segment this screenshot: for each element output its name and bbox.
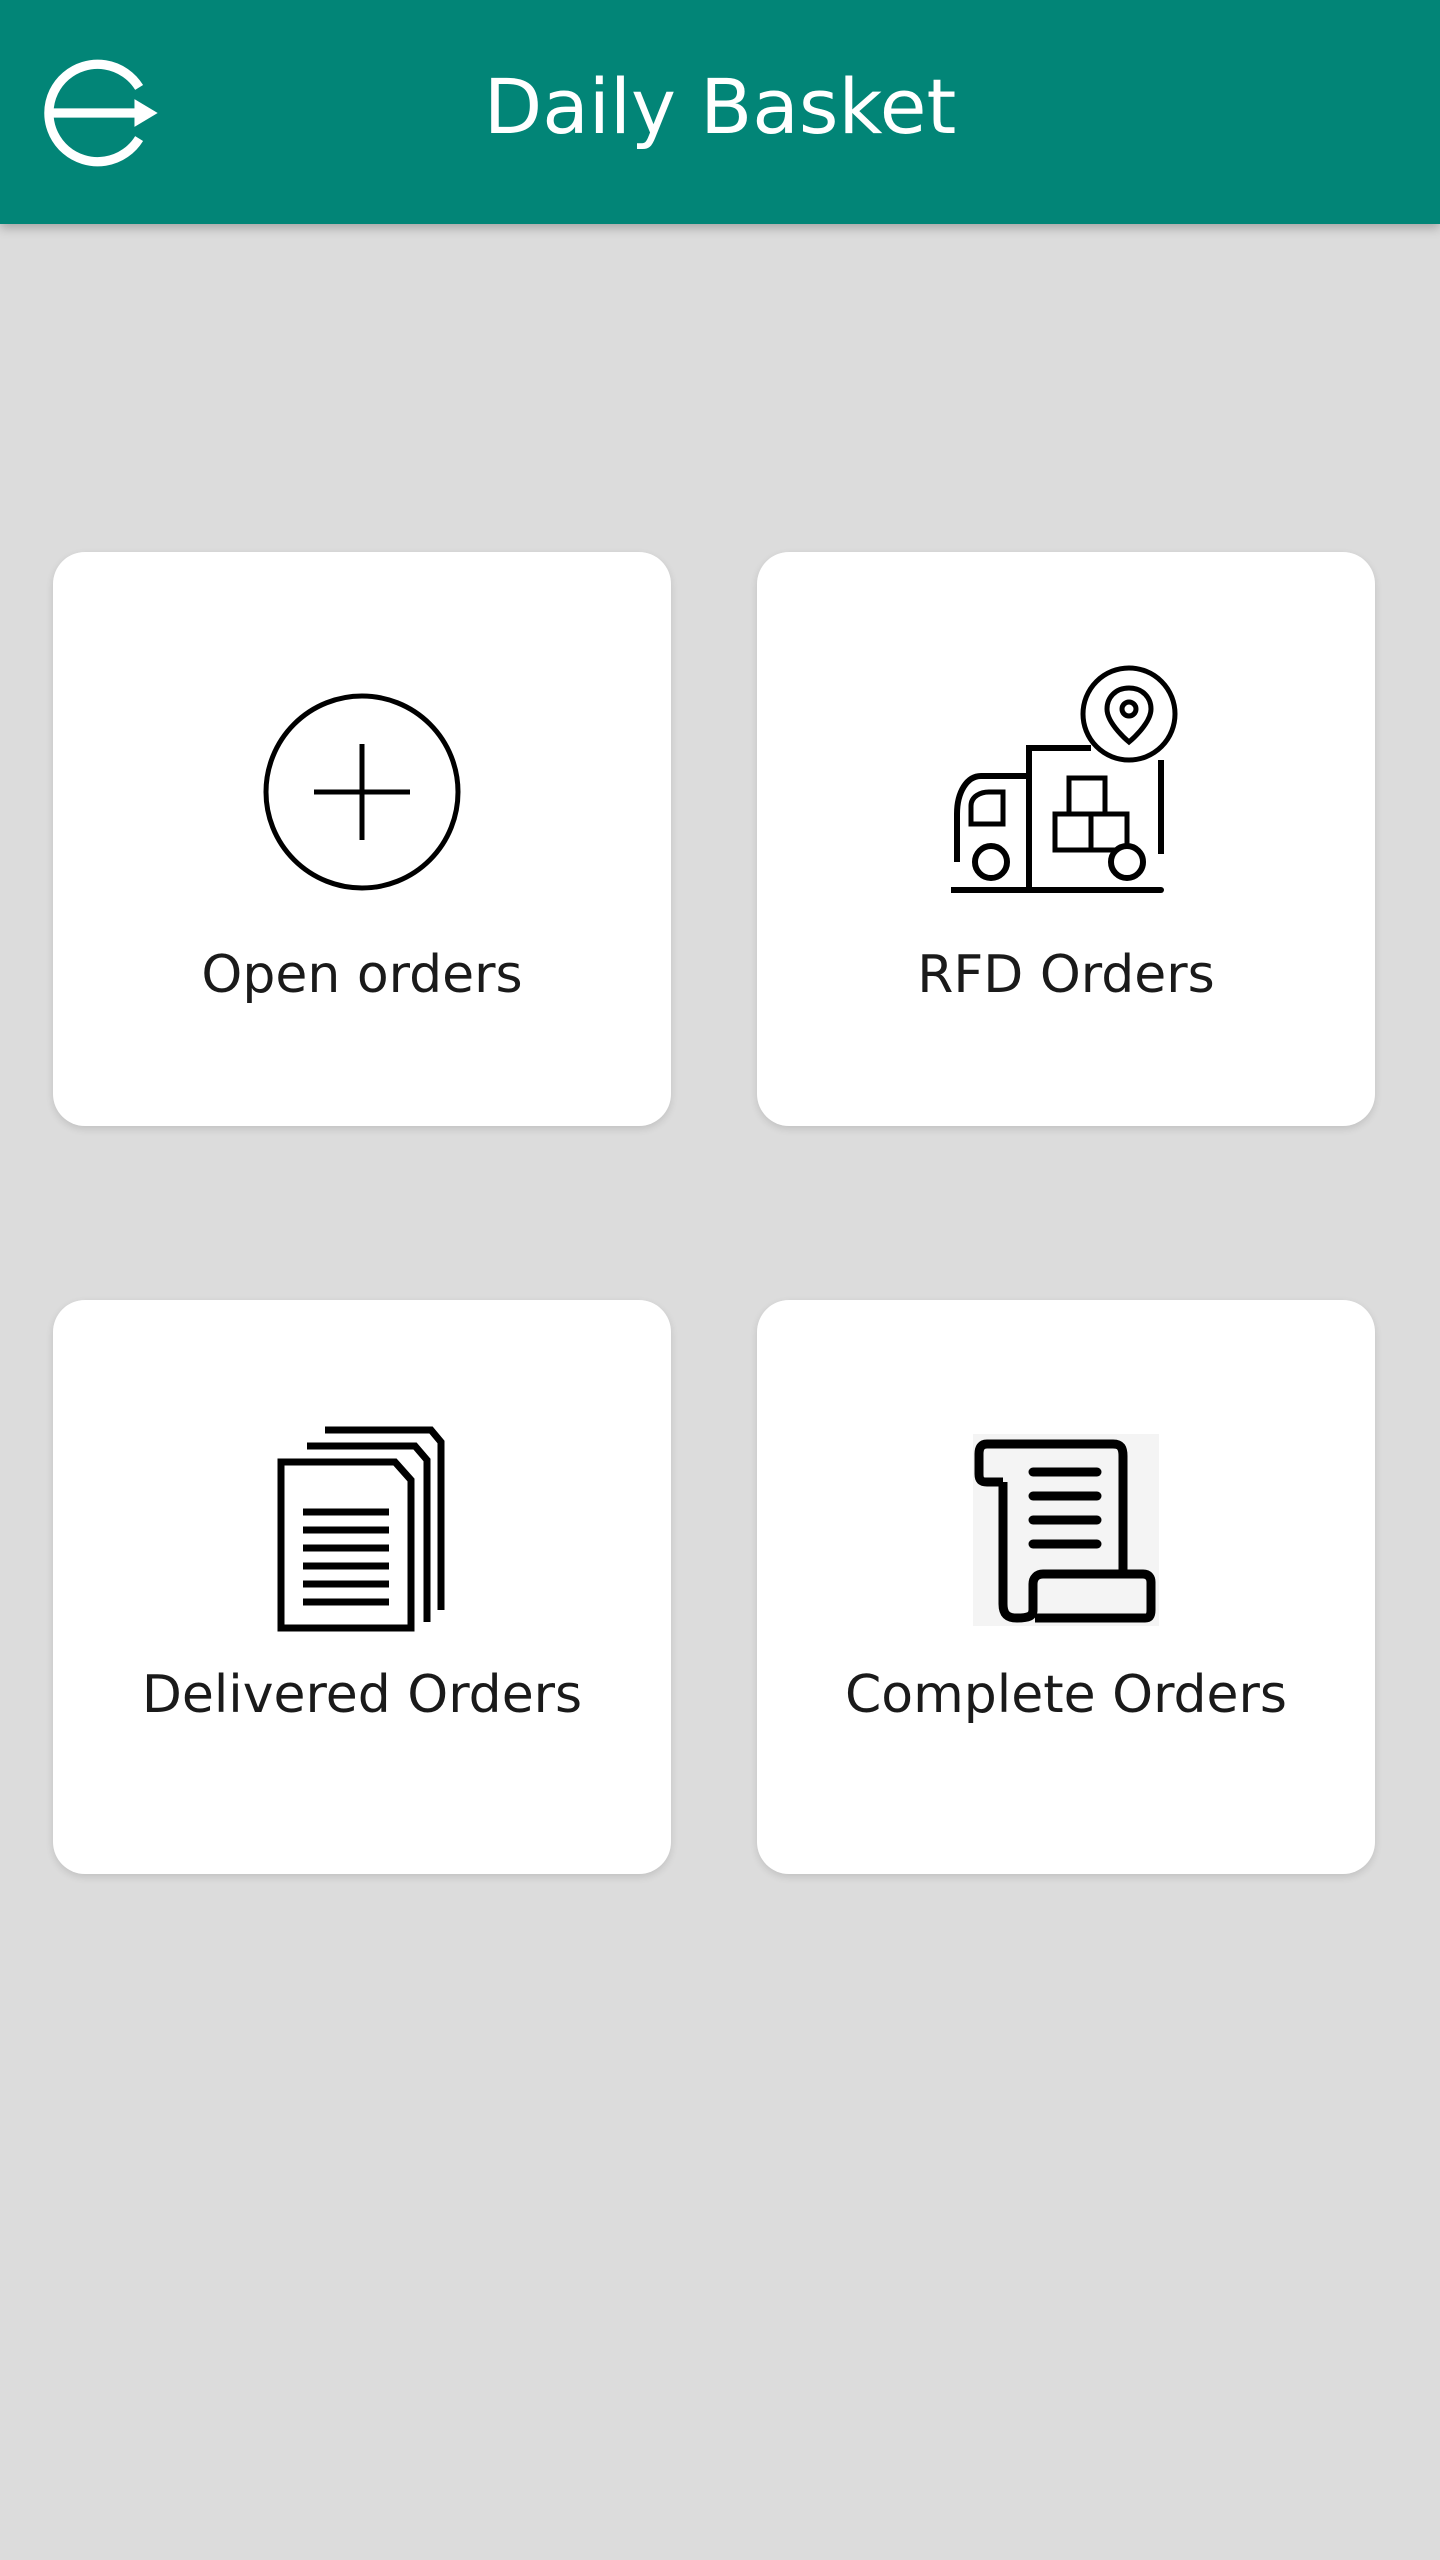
rfd-orders-label: RFD Orders xyxy=(917,945,1215,1005)
rfd-orders-tile[interactable]: RFD Orders xyxy=(757,552,1375,1126)
complete-orders-tile[interactable]: Complete Orders xyxy=(757,1300,1375,1874)
delivery-truck-icon xyxy=(951,664,1181,896)
open-orders-tile[interactable]: Open orders xyxy=(53,552,671,1126)
app-title: Daily Basket xyxy=(483,62,957,151)
open-orders-label: Open orders xyxy=(201,945,523,1005)
receipt-scroll-icon xyxy=(973,1434,1159,1626)
delivered-orders-label: Delivered Orders xyxy=(141,1665,583,1725)
add-circle-icon xyxy=(262,692,462,892)
documents-stack-icon xyxy=(277,1426,447,1632)
complete-orders-label: Complete Orders xyxy=(845,1665,1287,1725)
delivered-orders-tile[interactable]: Delivered Orders xyxy=(53,1300,671,1874)
app-bar: Daily Basket xyxy=(0,0,1440,224)
